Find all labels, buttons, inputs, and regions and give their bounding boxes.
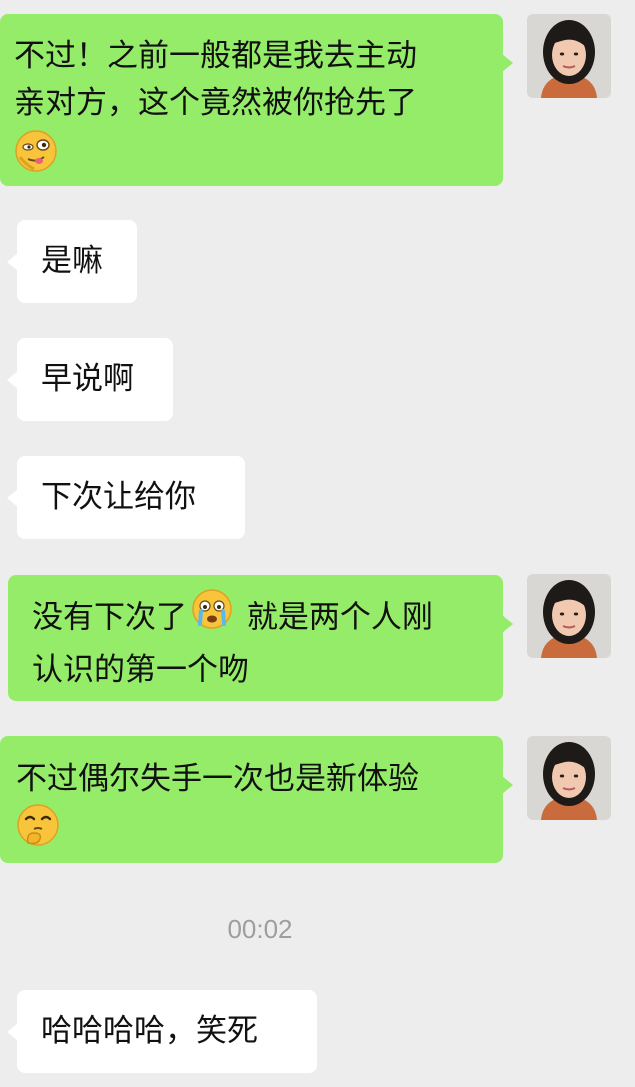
thinking-emoji-icon: [16, 803, 60, 861]
message-text-line: 认识的第一个吻: [32, 652, 249, 688]
message-bubble-outgoing[interactable]: 不过！之前一般都是我去主动 亲对方，这个竟然被你抢先了: [0, 14, 513, 187]
message-bubble-incoming[interactable]: 哈哈哈哈，笑死: [7, 990, 317, 1073]
message-text-line: 不过偶尔失手一次也是新体验: [16, 761, 419, 797]
message-text: 早说啊: [41, 361, 134, 397]
smirk-tongue-emoji-icon: [14, 129, 58, 187]
message-text: 哈哈哈哈，笑死: [41, 1013, 258, 1049]
chat-view: 不过！之前一般都是我去主动 亲对方，这个竟然被你抢先了 是嘛 早说啊 下次让给你…: [0, 0, 635, 1087]
message-bubble-outgoing[interactable]: 不过偶尔失手一次也是新体验: [0, 736, 513, 863]
message-text: 是嘛: [41, 243, 103, 279]
message-bubble-incoming[interactable]: 是嘛: [7, 220, 137, 303]
crying-emoji-icon: [191, 588, 233, 644]
message-text-line: 不过！之前一般都是我去主动: [14, 38, 417, 74]
user-avatar-photo-icon[interactable]: [527, 736, 611, 820]
message-text-line: 亲对方，这个竟然被你抢先了: [14, 85, 417, 121]
message-bubble-outgoing[interactable]: 没有下次了 就是两个人刚 认识的第一个吻: [8, 575, 513, 701]
message-text-line: 没有下次了 就是两个人刚: [32, 588, 503, 647]
user-avatar-photo-icon[interactable]: [527, 574, 611, 658]
message-text-segment: 就是两个人刚: [237, 599, 433, 636]
message-text: 下次让给你: [41, 479, 196, 515]
message-bubble-incoming[interactable]: 早说啊: [7, 338, 173, 421]
message-text-segment: 没有下次了: [32, 599, 187, 636]
user-avatar-photo-icon[interactable]: [527, 14, 611, 98]
message-bubble-incoming[interactable]: 下次让给你: [7, 456, 245, 539]
message-timestamp: 00:02: [227, 914, 293, 944]
